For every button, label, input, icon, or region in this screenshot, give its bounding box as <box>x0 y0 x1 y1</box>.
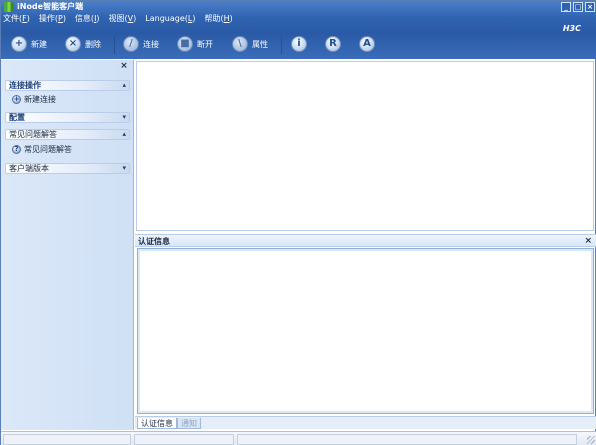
r-button[interactable]: R <box>325 34 341 54</box>
delete-button[interactable]: × 删除 <box>65 34 101 54</box>
status-cell <box>134 434 234 445</box>
disconnect-icon: ■ <box>177 36 193 52</box>
auth-info-area[interactable] <box>137 248 594 414</box>
sidebar-close-icon[interactable]: × <box>120 62 128 71</box>
section-title: 客户端版本 <box>9 164 49 173</box>
connect-label: 连接 <box>143 39 159 49</box>
toolbar: + 新建 × 删除 / 连接 ■ 断开 \ 属性 i R A <box>1 31 596 57</box>
a-icon: A <box>359 36 375 52</box>
tab-auth-info[interactable]: 认证信息 <box>137 418 177 429</box>
new-button[interactable]: + 新建 <box>11 34 47 54</box>
chevron-down-icon: ▾ <box>122 164 126 172</box>
window-title: iNode智能客户端 <box>17 2 84 11</box>
section-client-version[interactable]: 客户端版本 ▾ <box>5 163 130 174</box>
menu-operation[interactable]: 操作(P) <box>39 13 66 25</box>
status-bar <box>1 431 596 445</box>
menu-language[interactable]: Language(L) <box>145 13 195 25</box>
auth-panel-header: 认证信息 × <box>135 234 596 247</box>
delete-icon: × <box>65 36 81 52</box>
status-cell <box>237 434 577 445</box>
menu-file[interactable]: 文件(F) <box>3 13 30 25</box>
section-title: 配置 <box>9 113 25 122</box>
section-faq[interactable]: 常见问题解答 ▴ <box>5 129 130 140</box>
window-chrome: iNode智能客户端 _ □ × 文件(F) 操作(P) 信息(I) 视图(V)… <box>1 1 596 59</box>
sidebar: × 连接操作 ▴ + 新建连接 配置 ▾ 常见问题解答 ▴ ? 常见问题解答 客… <box>1 60 134 430</box>
minimize-button[interactable]: _ <box>561 2 571 12</box>
app-logo-icon <box>4 2 14 12</box>
new-label: 新建 <box>31 39 47 49</box>
chevron-down-icon: ▾ <box>122 113 126 121</box>
status-cell <box>3 434 131 445</box>
add-icon: + <box>11 36 27 52</box>
menu-help[interactable]: 帮助(H) <box>204 13 232 25</box>
connection-list-area[interactable] <box>136 61 594 231</box>
toolbar-separator <box>281 36 282 54</box>
section-config[interactable]: 配置 ▾ <box>5 112 130 123</box>
r-icon: R <box>325 36 341 52</box>
properties-label: 属性 <box>252 39 268 49</box>
disconnect-button[interactable]: ■ 断开 <box>177 34 213 54</box>
auth-panel-tabs: 认证信息 通知 <box>135 416 596 429</box>
properties-icon: \ <box>232 36 248 52</box>
main-window: iNode智能客户端 _ □ × 文件(F) 操作(P) 信息(I) 视图(V)… <box>0 0 596 445</box>
help-icon: ? <box>12 144 21 154</box>
auth-panel-close-icon[interactable]: × <box>584 236 592 246</box>
a-button[interactable]: A <box>359 34 375 54</box>
menu-info[interactable]: 信息(I) <box>75 13 100 25</box>
window-controls: _ □ × <box>561 2 595 12</box>
resize-grip-icon[interactable] <box>587 436 595 444</box>
maximize-button[interactable]: □ <box>573 2 583 12</box>
auth-panel-title: 认证信息 <box>138 237 170 246</box>
chevron-up-icon: ▴ <box>122 130 126 138</box>
chevron-up-icon: ▴ <box>122 81 126 89</box>
tab-notice[interactable]: 通知 <box>177 418 201 429</box>
connect-icon: / <box>123 36 139 52</box>
delete-label: 删除 <box>85 39 101 49</box>
connect-button[interactable]: / 连接 <box>123 34 159 54</box>
info-button[interactable]: i <box>291 34 307 54</box>
sidebar-item-label: 常见问题解答 <box>24 144 72 154</box>
section-connection-ops[interactable]: 连接操作 ▴ <box>5 80 130 91</box>
title-bar[interactable]: iNode智能客户端 _ □ × <box>1 1 596 13</box>
sidebar-item-label: 新建连接 <box>24 94 56 104</box>
add-icon: + <box>12 94 21 104</box>
section-title: 连接操作 <box>9 81 41 90</box>
properties-button[interactable]: \ 属性 <box>232 34 268 54</box>
sidebar-item-new-connection[interactable]: + 新建连接 <box>12 94 56 104</box>
toolbar-separator <box>114 36 115 54</box>
menu-bar: 文件(F) 操作(P) 信息(I) 视图(V) Language(L) 帮助(H… <box>3 13 233 25</box>
sidebar-item-faq[interactable]: ? 常见问题解答 <box>12 144 72 154</box>
close-button[interactable]: × <box>585 2 595 12</box>
section-title: 常见问题解答 <box>9 130 57 139</box>
menu-view[interactable]: 视图(V) <box>109 13 137 25</box>
disconnect-label: 断开 <box>197 39 213 49</box>
info-icon: i <box>291 36 307 52</box>
